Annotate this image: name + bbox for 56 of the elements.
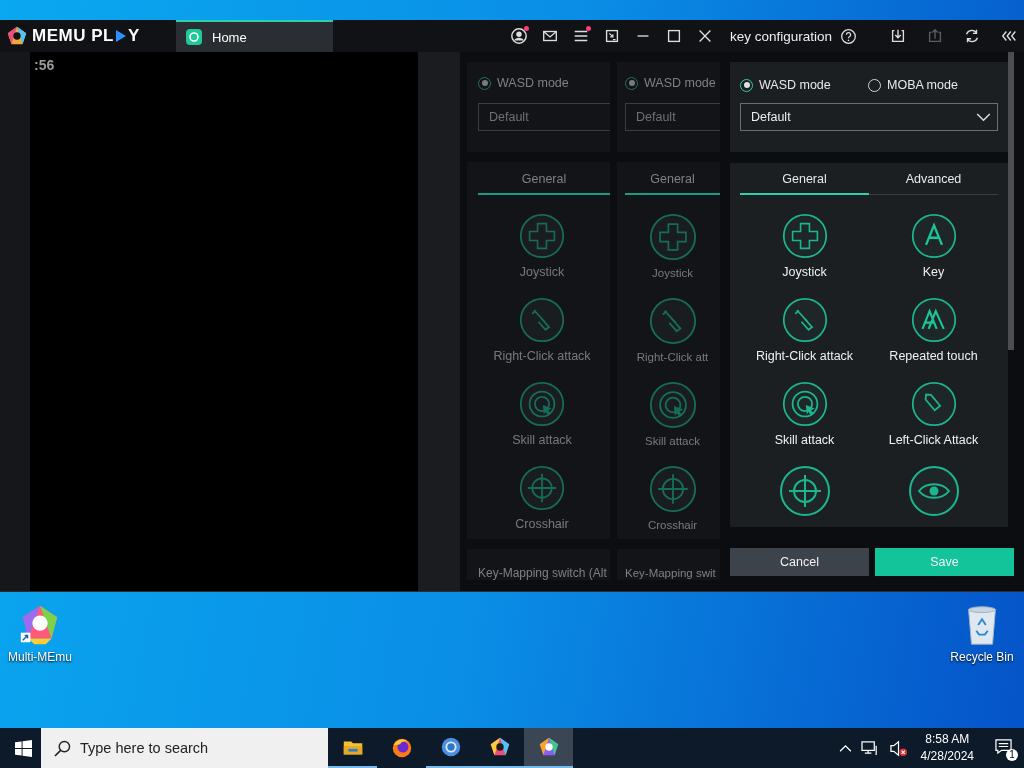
- logo-text: Y: [127, 26, 140, 46]
- desktop-icon-label: Recycle Bin: [950, 650, 1014, 664]
- eye-icon[interactable]: [907, 465, 960, 517]
- home-tab[interactable]: Home: [176, 20, 333, 52]
- crosshair-icon[interactable]: [778, 465, 831, 517]
- radio-label: WASD mode: [644, 76, 716, 90]
- setting-label: Key-Mapping swit: [625, 566, 716, 580]
- logo-text: MEMU PL: [32, 26, 114, 46]
- general-tab[interactable]: General: [478, 162, 610, 195]
- notifications-button[interactable]: 1: [988, 735, 1018, 761]
- item-label: Crosshair: [647, 519, 698, 531]
- radio-label: WASD mode: [759, 78, 831, 92]
- start-icon[interactable]: [15, 739, 32, 757]
- memu2-taskbar-button[interactable]: [524, 728, 573, 768]
- chevron-down-icon: [976, 112, 991, 122]
- item-label: Joystick: [652, 267, 693, 279]
- dropdown-field[interactable]: Default: [625, 103, 720, 131]
- item-label: Right-Click att: [636, 351, 709, 363]
- import-icon[interactable]: [889, 27, 907, 45]
- date-text: 4/28/2024: [920, 748, 974, 765]
- app-icon: [186, 29, 202, 45]
- help-icon[interactable]: [840, 27, 858, 45]
- item-label: Right-Click attack: [755, 349, 854, 363]
- item-label: Crosshair: [515, 517, 569, 531]
- item-label: Right-Click attack: [493, 349, 591, 363]
- pentagon-logo-icon: [6, 25, 28, 47]
- search-field[interactable]: Type here to search: [41, 728, 328, 768]
- tab[interactable]: General: [740, 163, 869, 195]
- clock-text: :56: [33, 56, 56, 73]
- radio-label: MOBA mode: [887, 78, 958, 92]
- panel-title: key configuration: [730, 28, 833, 44]
- item-label: Repeated touch: [889, 349, 978, 363]
- desktop-icon-label: Multi-MEmu: [8, 650, 72, 664]
- item-label: Joystick: [782, 265, 827, 279]
- cancel-button[interactable]: Cancel: [730, 548, 869, 576]
- item-label: Key: [922, 265, 945, 279]
- setting-label: Key-Mapping switch (Alt: [478, 566, 607, 580]
- muted-speaker-icon[interactable]: [888, 739, 908, 757]
- dropdown-field[interactable]: Default: [478, 103, 610, 131]
- chevron-up-icon[interactable]: [838, 743, 852, 753]
- tab[interactable]: Advanced: [869, 163, 998, 195]
- item-label: Left-Click Attack: [888, 433, 979, 447]
- account-icon[interactable]: [509, 27, 528, 45]
- scrollbar[interactable]: [1008, 52, 1014, 350]
- play-triangle-icon: [114, 29, 127, 43]
- general-tab[interactable]: General: [625, 162, 720, 195]
- item-label: Skill attack: [645, 435, 700, 447]
- scheme-dropdown[interactable]: Default: [740, 103, 998, 131]
- time-text: 8:58 AM: [925, 731, 970, 748]
- item-label: Skill attack: [512, 433, 572, 447]
- radio-label: WASD mode: [497, 76, 569, 90]
- search-icon: [54, 740, 71, 757]
- refresh-icon[interactable]: [963, 27, 981, 45]
- item-label: Skill attack: [774, 433, 835, 447]
- item-label: Joystick: [519, 265, 565, 279]
- network-icon[interactable]: [860, 739, 880, 757]
